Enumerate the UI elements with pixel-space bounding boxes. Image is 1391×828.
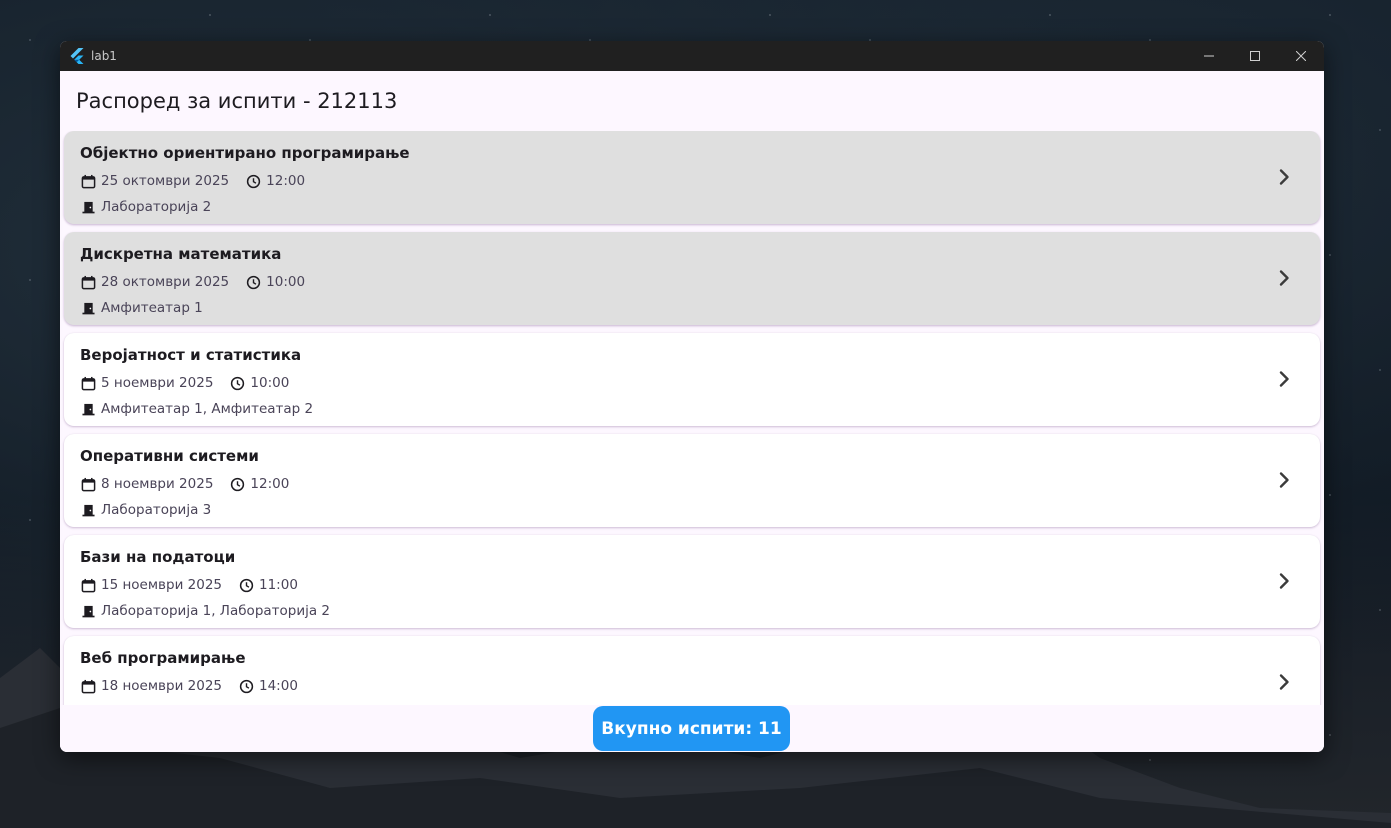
minimize-icon <box>1204 55 1214 57</box>
exam-time: 10:00 <box>250 375 290 391</box>
door-icon <box>80 603 96 619</box>
app-bar: Распоред за испити - 212113 <box>60 71 1324 131</box>
exam-datetime-row: 8 ноември 2025 12:00 <box>80 476 289 492</box>
exam-title: Дискретна математика <box>80 245 282 263</box>
calendar-icon <box>80 375 96 391</box>
exam-title: Оперативни системи <box>80 447 259 465</box>
exam-date: 18 ноември 2025 <box>101 678 222 694</box>
exam-card[interactable]: Оперативни системи 8 ноември 2025 12:00 <box>64 434 1320 527</box>
chevron-right-icon[interactable] <box>1272 266 1296 290</box>
exam-title: Веб програмирање <box>80 649 246 667</box>
close-button[interactable] <box>1278 41 1324 71</box>
chevron-right-icon[interactable] <box>1272 367 1296 391</box>
calendar-icon <box>80 274 96 290</box>
chevron-right-icon[interactable] <box>1272 468 1296 492</box>
maximize-icon <box>1250 51 1260 61</box>
title-bar: lab1 <box>60 41 1324 71</box>
door-icon <box>80 199 96 215</box>
chevron-right-icon[interactable] <box>1272 670 1296 694</box>
exam-datetime-row: 18 ноември 2025 14:00 <box>80 678 298 694</box>
exam-title: Објектно ориентирано програмирање <box>80 144 410 162</box>
clock-icon <box>229 375 245 391</box>
exam-card[interactable]: Веројатност и статистика 5 ноември 2025 … <box>64 333 1320 426</box>
clock-icon <box>238 577 254 593</box>
exam-rooms: Лабораторија 2 <box>101 199 212 215</box>
exam-date: 5 ноември 2025 <box>101 375 214 391</box>
minimize-button[interactable] <box>1186 41 1232 71</box>
exam-rooms: Амфитеатар 1, Амфитеатар 2 <box>101 401 314 417</box>
calendar-icon <box>80 577 96 593</box>
exam-title: Бази на податоци <box>80 548 236 566</box>
calendar-icon <box>80 678 96 694</box>
exam-title: Веројатност и статистика <box>80 346 302 364</box>
exam-datetime-row: 28 октомври 2025 10:00 <box>80 274 305 290</box>
exam-rooms: Лабораторија 1, Лабораторија 2 <box>101 603 331 619</box>
exam-rooms-row: Лабораторија 3 <box>80 502 211 518</box>
door-icon <box>80 502 96 518</box>
exam-list[interactable]: Објектно ориентирано програмирање 25 окт… <box>60 131 1324 705</box>
exam-datetime-row: 5 ноември 2025 10:00 <box>80 375 289 391</box>
close-icon <box>1296 51 1306 61</box>
exam-time: 12:00 <box>266 173 306 189</box>
exam-card[interactable]: Бази на податоци 15 ноември 2025 11:00 Л… <box>64 535 1320 628</box>
clock-icon <box>238 678 254 694</box>
page-title: Распоред за испити - 212113 <box>76 89 398 113</box>
clock-icon <box>229 476 245 492</box>
exam-rooms-row: Лабораторија 2 <box>80 199 211 215</box>
exam-time: 10:00 <box>266 274 306 290</box>
flutter-icon <box>69 48 85 64</box>
exam-datetime-row: 15 ноември 2025 11:00 <box>80 577 298 593</box>
total-exams-badge[interactable]: Вкупно испити: 11 <box>593 706 790 751</box>
exam-date: 8 ноември 2025 <box>101 476 214 492</box>
window-title: lab1 <box>91 49 117 63</box>
door-icon <box>80 300 96 316</box>
calendar-icon <box>80 476 96 492</box>
exam-time: 11:00 <box>259 577 298 593</box>
exam-time: 12:00 <box>250 476 290 492</box>
exam-rooms-row: Амфитеатар 1, Амфитеатар 2 <box>80 401 313 417</box>
chevron-right-icon[interactable] <box>1272 569 1296 593</box>
exam-rooms: Лабораторија 3 <box>101 502 212 518</box>
exam-card[interactable]: Дискретна математика 28 октомври 2025 10… <box>64 232 1320 325</box>
app-window: lab1 Распоред за испити - 212113 Објектн… <box>60 41 1324 752</box>
exam-time: 14:00 <box>259 678 298 694</box>
exam-rooms: Амфитеатар 1 <box>101 300 203 316</box>
exam-date: 15 ноември 2025 <box>101 577 222 593</box>
exam-rooms-row: Лабораторија 1, Лабораторија 2 <box>80 603 330 619</box>
exam-rooms-row: Амфитеатар 1 <box>80 300 203 316</box>
total-exams-label: Вкупно испити: 11 <box>601 718 782 739</box>
maximize-button[interactable] <box>1232 41 1278 71</box>
exam-card[interactable]: Објектно ориентирано програмирање 25 окт… <box>64 131 1320 224</box>
chevron-right-icon[interactable] <box>1272 165 1296 189</box>
exam-card[interactable]: Веб програмирање 18 ноември 2025 14:00 <box>64 636 1320 705</box>
exam-date: 28 октомври 2025 <box>101 274 230 290</box>
door-icon <box>80 401 96 417</box>
exam-date: 25 октомври 2025 <box>101 173 230 189</box>
clock-icon <box>245 274 261 290</box>
calendar-icon <box>80 173 96 189</box>
clock-icon <box>245 173 261 189</box>
exam-datetime-row: 25 октомври 2025 12:00 <box>80 173 305 189</box>
